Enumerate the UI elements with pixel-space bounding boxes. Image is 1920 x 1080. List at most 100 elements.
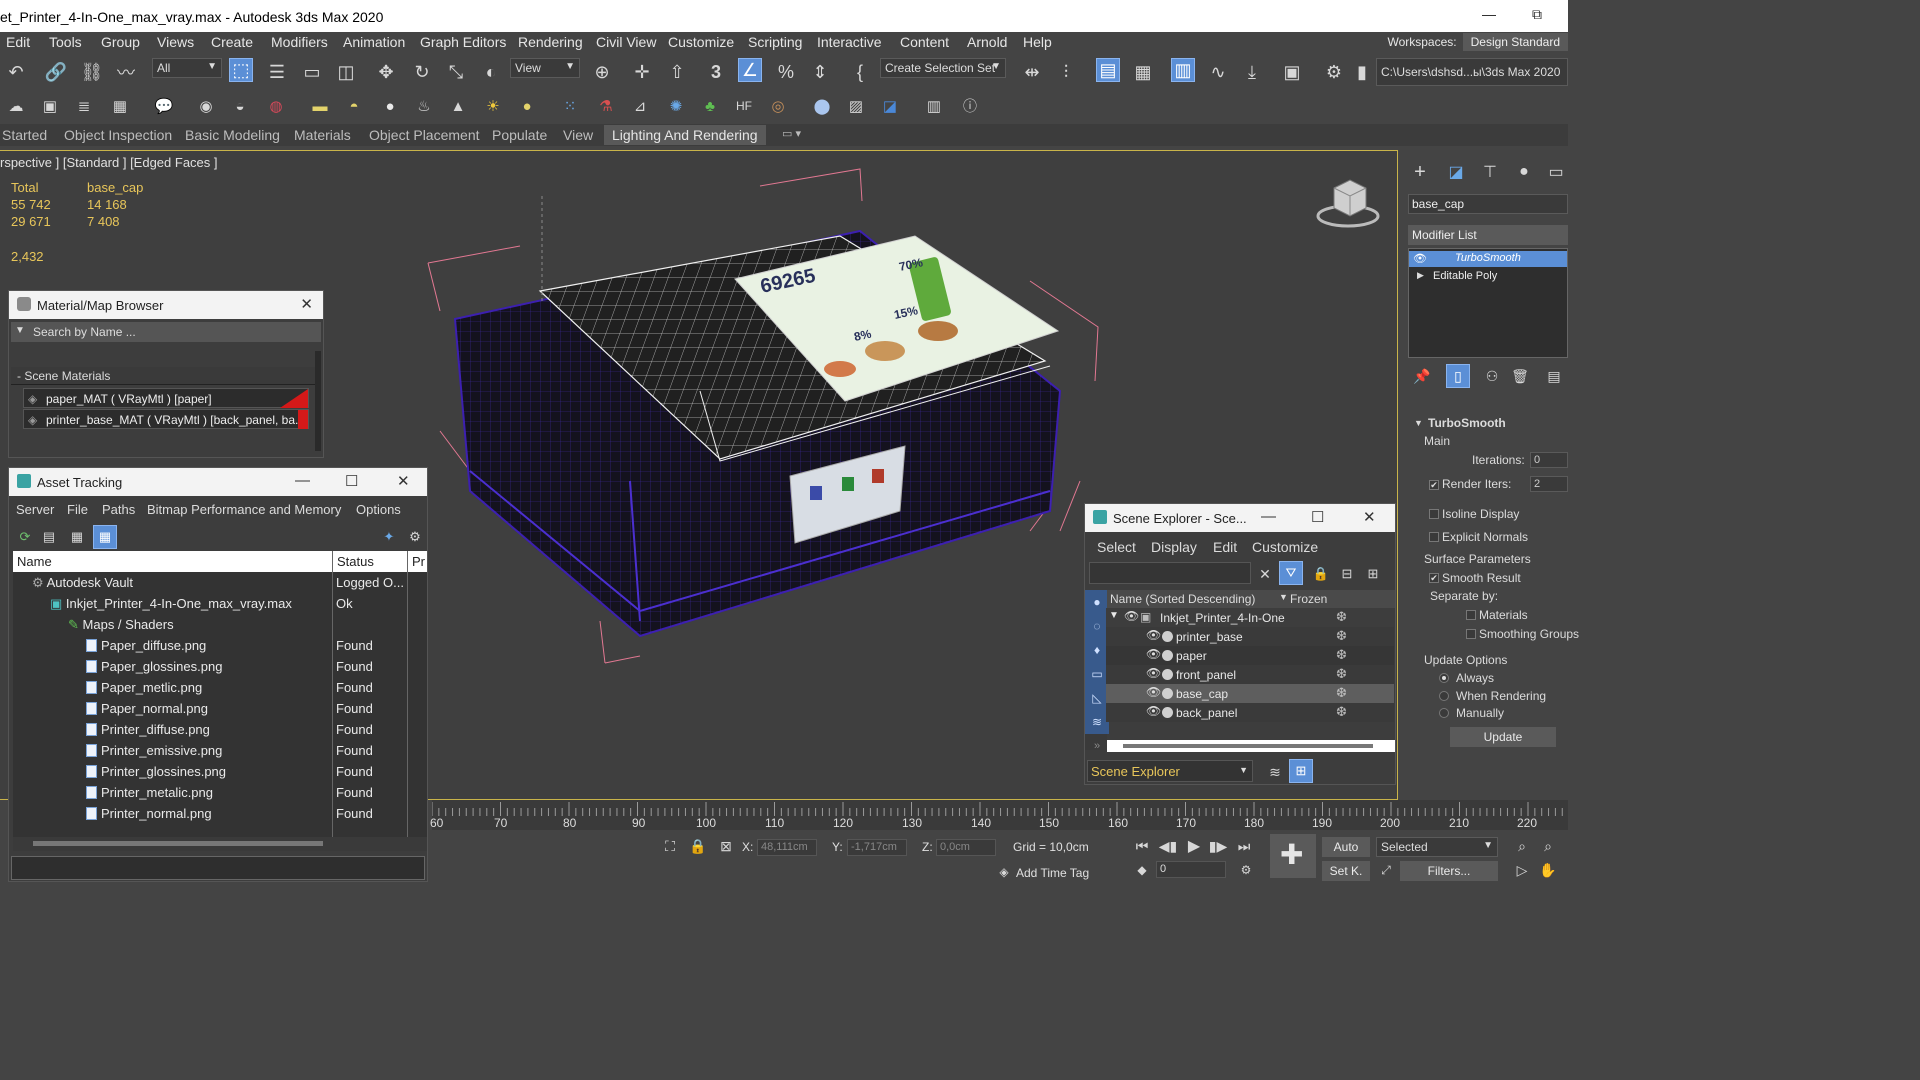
- tab-basic-modeling[interactable]: Basic Modeling: [185, 127, 280, 143]
- link-icon[interactable]: 🔗: [44, 60, 68, 84]
- close-icon[interactable]: ✕: [1363, 508, 1376, 526]
- sun-icon[interactable]: ☀: [481, 94, 505, 118]
- named-selection-dropdown[interactable]: Create Selection Set ▼: [880, 58, 1006, 78]
- go-to-end-icon[interactable]: ⏭: [1232, 834, 1256, 858]
- field-of-view-icon[interactable]: ▷: [1510, 858, 1534, 882]
- menu-bitmap-performance[interactable]: Bitmap Performance and Memory: [147, 502, 341, 517]
- vray-render-icon[interactable]: ◪: [878, 94, 902, 118]
- menu-arnold[interactable]: Arnold: [967, 34, 1007, 50]
- menu-interactive[interactable]: Interactive: [817, 34, 882, 50]
- zoom-icon[interactable]: ⌕: [1510, 834, 1534, 858]
- refresh-icon[interactable]: ⟳: [13, 525, 37, 549]
- layer-icon[interactable]: ⊞: [1361, 562, 1385, 586]
- frame-buffer-icon[interactable]: ▨: [844, 94, 868, 118]
- table-row[interactable]: Paper_metlic.png Found: [12, 677, 426, 698]
- scene-tree-item-back-panel[interactable]: 👁 back_panel ❆: [1106, 703, 1394, 722]
- expand-arrow-icon[interactable]: ▶: [1417, 270, 1424, 281]
- previous-frame-icon[interactable]: ◀▮: [1156, 834, 1180, 858]
- menu-views[interactable]: Views: [157, 34, 194, 50]
- menu-rendering[interactable]: Rendering: [518, 34, 583, 50]
- object-name-field[interactable]: base_cap: [1408, 194, 1568, 214]
- z-coordinate-field[interactable]: 0,0cm: [936, 839, 996, 856]
- dome-light-icon[interactable]: ◓: [342, 94, 366, 118]
- expand-icon[interactable]: »: [1085, 734, 1109, 758]
- log-icon[interactable]: ▥: [922, 94, 946, 118]
- grid-icon[interactable]: ▦: [108, 94, 132, 118]
- proxy-icon[interactable]: ⚗: [594, 94, 618, 118]
- table-row[interactable]: Printer_metalic.png Found: [12, 782, 426, 803]
- materials-checkbox[interactable]: [1466, 610, 1476, 620]
- rollout-collapse-icon[interactable]: ▼: [1414, 418, 1423, 428]
- teapot-icon[interactable]: ◒: [228, 94, 252, 118]
- key-mode-icon[interactable]: ◆: [1130, 858, 1154, 882]
- modify-tab-icon[interactable]: ◪: [1444, 160, 1468, 184]
- table-row[interactable]: Paper_glossines.png Found: [12, 656, 426, 677]
- timeline-track-bar[interactable]: 60 70 80 90 100 110 120 130 140 150 160 …: [430, 800, 1568, 830]
- table-row[interactable]: Paper_diffuse.png Found: [12, 635, 426, 656]
- render-iters-checkbox[interactable]: ✔: [1429, 480, 1439, 490]
- material-browser-header[interactable]: Material/Map Browser ✕: [9, 291, 323, 319]
- menu-options[interactable]: Options: [356, 502, 401, 517]
- sphere-light-icon[interactable]: ●: [378, 94, 402, 118]
- list-icon[interactable]: ≣: [72, 94, 96, 118]
- menu-group[interactable]: Group: [101, 34, 140, 50]
- select-object-icon[interactable]: ⬚: [229, 58, 253, 82]
- selection-filter-dropdown[interactable]: All ▼: [152, 58, 222, 78]
- edit-named-selection-icon[interactable]: {: [848, 60, 872, 84]
- menu-edit[interactable]: Edit: [1213, 539, 1237, 555]
- smooth-result-checkbox[interactable]: ✔: [1429, 573, 1439, 583]
- scene-explorer-header[interactable]: Scene Explorer - Sce... — ☐ ✕: [1085, 504, 1395, 532]
- zoom-all-icon[interactable]: ⌕: [1536, 834, 1560, 858]
- column-frozen[interactable]: Frozen: [1290, 592, 1327, 606]
- column-status[interactable]: Status: [337, 554, 374, 569]
- table-row[interactable]: ✎ Maps / Shaders: [12, 614, 426, 635]
- scene-materials-section[interactable]: - Scene Materials: [11, 367, 317, 385]
- minimize-button[interactable]: —: [1482, 6, 1496, 22]
- scene-tree-root[interactable]: ▼ 👁 ▣ Inkjet_Printer_4-In-One ❆: [1106, 608, 1394, 627]
- menu-civil-view[interactable]: Civil View: [596, 34, 656, 50]
- ribbon-options-icon[interactable]: ▭ ▾: [782, 127, 801, 140]
- keyboard-shortcut-icon[interactable]: ⇧: [665, 60, 689, 84]
- smoothing-groups-checkbox[interactable]: [1466, 629, 1476, 639]
- iterations-spinner[interactable]: 0: [1530, 452, 1568, 468]
- material-editor-icon[interactable]: ▣: [1280, 60, 1304, 84]
- auto-key-button[interactable]: Auto: [1322, 837, 1370, 857]
- menu-animation[interactable]: Animation: [343, 34, 405, 50]
- scene-tree-item-front-panel[interactable]: 👁 front_panel ❆: [1106, 665, 1394, 684]
- asset-path-field[interactable]: [11, 856, 425, 880]
- menu-content[interactable]: Content: [900, 34, 949, 50]
- select-manipulate-icon[interactable]: ✛: [630, 60, 654, 84]
- render-setup-icon[interactable]: ⚙: [1322, 60, 1346, 84]
- table-row[interactable]: Printer_emissive.png Found: [12, 740, 426, 761]
- tab-view[interactable]: View: [563, 127, 593, 143]
- render-icon[interactable]: ▮: [1350, 60, 1374, 84]
- menu-help[interactable]: Help: [1023, 34, 1052, 50]
- asset-horizontal-scrollbar[interactable]: [13, 837, 427, 851]
- detail-view-icon[interactable]: ▦: [65, 525, 89, 549]
- menu-customize[interactable]: Customize: [1252, 539, 1318, 555]
- frozen-icon[interactable]: ❆: [1336, 666, 1347, 682]
- align-icon[interactable]: ⫶: [1054, 60, 1078, 84]
- time-tag-icon[interactable]: ◈: [992, 860, 1016, 884]
- modifier-list-dropdown[interactable]: Modifier List: [1408, 225, 1568, 245]
- frozen-icon[interactable]: ❆: [1336, 685, 1347, 701]
- workspace-value[interactable]: Design Standard: [1462, 33, 1568, 51]
- help-icon[interactable]: ⓘ: [958, 94, 982, 118]
- sync-icon[interactable]: ⊞: [1289, 759, 1313, 783]
- scene-horizontal-scrollbar[interactable]: [1107, 740, 1395, 752]
- material-sphere-icon[interactable]: ⬤: [810, 94, 834, 118]
- material-search-input[interactable]: Search by Name ...: [33, 325, 136, 339]
- modifier-turbosmooth[interactable]: 👁 TurboSmooth: [1409, 251, 1567, 267]
- menu-server[interactable]: Server: [16, 502, 54, 517]
- curve-editor-icon[interactable]: ∿: [1206, 60, 1230, 84]
- isolate-selection-icon[interactable]: ⛶: [658, 834, 682, 858]
- plant-icon[interactable]: ♣: [698, 94, 722, 118]
- select-by-name-icon[interactable]: ☰: [265, 60, 289, 84]
- update-button[interactable]: Update: [1450, 727, 1556, 747]
- eye-icon[interactable]: 👁: [1146, 628, 1161, 642]
- spinner-snap-icon[interactable]: ⇕: [808, 60, 832, 84]
- collapse-icon[interactable]: ▼: [1109, 610, 1119, 621]
- menu-tools[interactable]: Tools: [49, 34, 82, 50]
- menu-edit[interactable]: Edit: [6, 34, 30, 50]
- close-icon[interactable]: ✕: [397, 472, 410, 490]
